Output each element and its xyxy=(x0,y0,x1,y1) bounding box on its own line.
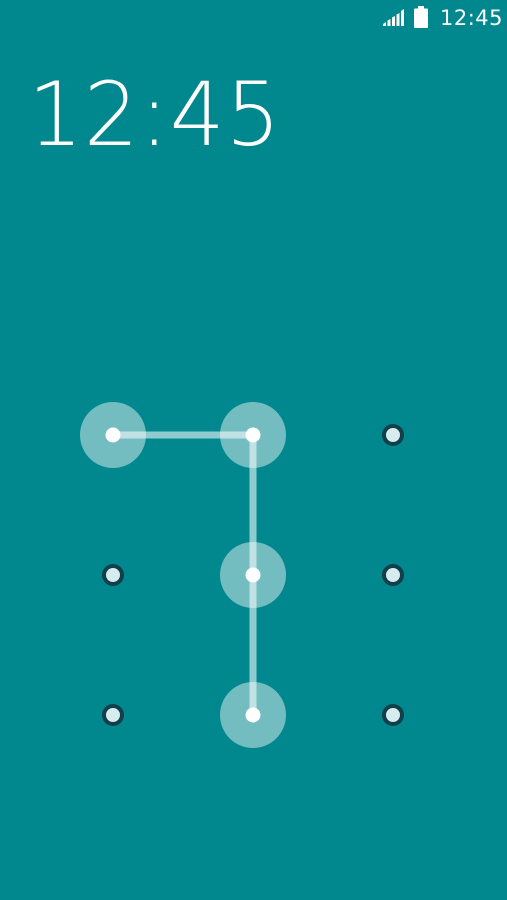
pattern-node-core xyxy=(245,427,261,443)
pattern-node-7[interactable] xyxy=(102,704,124,726)
status-bar: 12:45 xyxy=(0,0,507,38)
pattern-node-9[interactable] xyxy=(382,704,404,726)
pattern-node-core xyxy=(245,567,261,583)
status-time: 12:45 xyxy=(440,6,504,30)
pattern-node-8[interactable] xyxy=(220,682,286,748)
pattern-node-5[interactable] xyxy=(220,542,286,608)
pattern-node-1[interactable] xyxy=(80,402,146,468)
pattern-node-4[interactable] xyxy=(102,564,124,586)
pattern-node-dot xyxy=(386,428,400,442)
pattern-node-dot xyxy=(106,568,120,582)
pattern-node-6[interactable] xyxy=(382,564,404,586)
lockscreen-clock: 12:45 xyxy=(28,63,282,166)
signal-icon xyxy=(383,9,404,26)
pattern-node-dot xyxy=(386,568,400,582)
pattern-node-dot xyxy=(386,708,400,722)
lock-screen: 12:45 12:45 xyxy=(0,0,507,900)
pattern-node-dot xyxy=(106,708,120,722)
battery-icon xyxy=(414,6,428,28)
pattern-node-core xyxy=(245,707,261,723)
pattern-node-core xyxy=(105,427,121,443)
pattern-node-3[interactable] xyxy=(382,424,404,446)
pattern-node-2[interactable] xyxy=(220,402,286,468)
